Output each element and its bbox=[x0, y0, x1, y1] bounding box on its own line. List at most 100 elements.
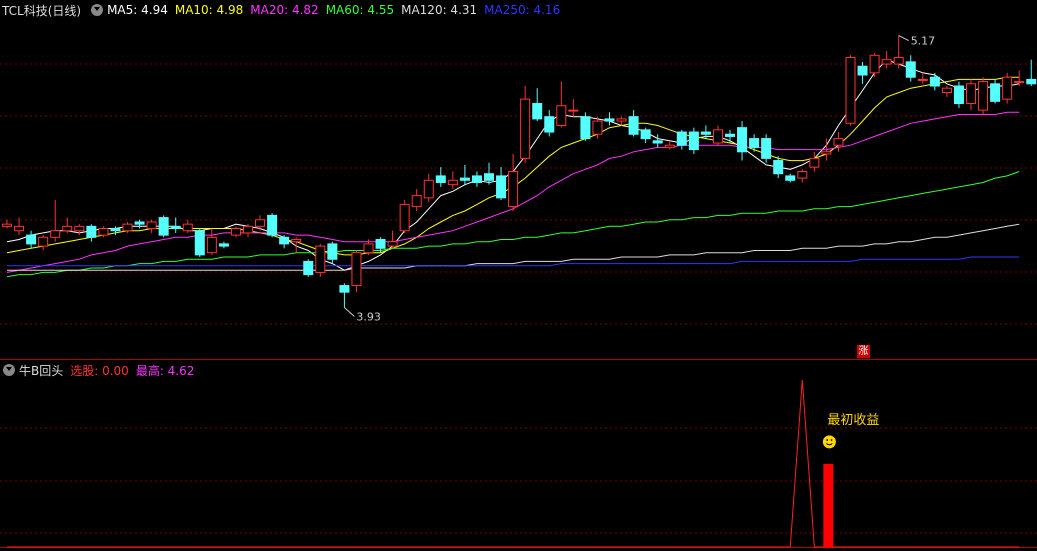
candle-body bbox=[652, 140, 663, 144]
collapse-icon[interactable] bbox=[91, 4, 104, 16]
indicator-line bbox=[7, 379, 1020, 548]
candle-body bbox=[38, 236, 49, 247]
candle bbox=[917, 72, 928, 84]
candle-body bbox=[556, 105, 567, 126]
candle-body bbox=[110, 228, 121, 232]
candle bbox=[580, 112, 591, 141]
candle-body bbox=[797, 171, 808, 179]
candle-body bbox=[26, 234, 37, 245]
candle-body bbox=[484, 173, 494, 181]
candle bbox=[520, 85, 531, 163]
candle-body bbox=[146, 221, 157, 230]
candle bbox=[411, 189, 422, 211]
candle-body bbox=[881, 59, 892, 65]
candle-body bbox=[1026, 78, 1037, 85]
candlesticks bbox=[2, 35, 1037, 308]
candle-body bbox=[411, 195, 422, 208]
candle bbox=[74, 224, 85, 236]
candle-body bbox=[737, 127, 748, 153]
smiley-eye bbox=[826, 439, 829, 441]
candle-body bbox=[435, 175, 446, 183]
candle-body bbox=[941, 87, 952, 94]
candle-body bbox=[459, 177, 470, 181]
candle-body bbox=[74, 225, 85, 232]
candle bbox=[953, 81, 964, 108]
candle-body bbox=[712, 129, 723, 144]
candle-body bbox=[303, 260, 314, 276]
candle bbox=[941, 85, 952, 97]
candle-body bbox=[905, 61, 916, 78]
candle bbox=[327, 241, 338, 264]
candle-body bbox=[134, 221, 145, 225]
candle bbox=[845, 55, 856, 126]
smiley-face bbox=[822, 435, 836, 449]
candle bbox=[628, 110, 639, 137]
candle-body bbox=[725, 133, 735, 137]
candle bbox=[26, 230, 37, 249]
candle-body bbox=[158, 217, 169, 236]
candle bbox=[966, 79, 976, 111]
high-value: 最高: 4.62 bbox=[135, 363, 195, 378]
candle bbox=[38, 235, 49, 251]
candle bbox=[556, 81, 567, 128]
candle bbox=[471, 171, 482, 187]
candle-body bbox=[447, 179, 458, 186]
signal-bar bbox=[823, 463, 834, 547]
candle-body bbox=[544, 116, 555, 133]
candle bbox=[206, 228, 217, 255]
stock-title[interactable]: TCL科技(日线) bbox=[2, 2, 81, 19]
indicator-panel: 最初收益 bbox=[7, 379, 1020, 548]
candle-body bbox=[1014, 81, 1025, 84]
candle bbox=[484, 162, 494, 185]
price-annotation-label: 5.17 bbox=[911, 35, 936, 48]
candle bbox=[869, 53, 880, 78]
candle-body bbox=[676, 131, 687, 146]
candle-body bbox=[664, 144, 675, 148]
candle bbox=[170, 217, 181, 233]
candle bbox=[243, 224, 253, 238]
candle-body bbox=[568, 109, 579, 112]
candle-body bbox=[423, 179, 434, 199]
ma-legend-item: MA250: 4.16 bbox=[484, 3, 561, 17]
collapse-icon[interactable] bbox=[3, 364, 15, 376]
candle bbox=[929, 72, 940, 91]
candle-body bbox=[351, 252, 362, 287]
candle-body bbox=[50, 230, 61, 238]
candle bbox=[50, 200, 61, 242]
candle bbox=[1026, 59, 1037, 86]
candle-body bbox=[821, 151, 832, 155]
candle bbox=[664, 140, 675, 150]
candle bbox=[315, 243, 326, 277]
zhang-tag: 涨 bbox=[857, 345, 870, 358]
candle bbox=[194, 228, 205, 258]
candle-body bbox=[917, 78, 928, 81]
candle bbox=[737, 121, 748, 161]
candle-body bbox=[327, 243, 338, 260]
indicator-name[interactable]: 牛B回头 bbox=[19, 362, 63, 379]
candle-body bbox=[496, 175, 507, 199]
candle-body bbox=[604, 118, 615, 122]
candle-body bbox=[628, 116, 639, 135]
candle bbox=[1014, 70, 1025, 86]
price-chart[interactable]: 5.17 3.93 最初收益 bbox=[0, 0, 1037, 551]
candle bbox=[230, 226, 241, 238]
candle bbox=[978, 77, 989, 115]
candle-body bbox=[893, 56, 904, 65]
candle-body bbox=[966, 83, 976, 105]
candle bbox=[267, 213, 278, 238]
candle-body bbox=[640, 129, 651, 140]
candle bbox=[86, 224, 97, 242]
candle bbox=[496, 167, 507, 201]
candle-body bbox=[267, 214, 278, 236]
candle-body bbox=[315, 245, 326, 273]
candle-body bbox=[194, 230, 205, 256]
candle bbox=[291, 237, 302, 253]
candle bbox=[652, 134, 663, 148]
candle bbox=[893, 35, 904, 69]
indicator-legend: 牛B回头 选股: 0.00 最高: 4.62 bbox=[0, 361, 201, 379]
candle bbox=[604, 112, 615, 126]
candle bbox=[508, 153, 519, 211]
candle bbox=[640, 127, 651, 144]
candle-body bbox=[279, 236, 290, 245]
candle bbox=[857, 61, 868, 84]
